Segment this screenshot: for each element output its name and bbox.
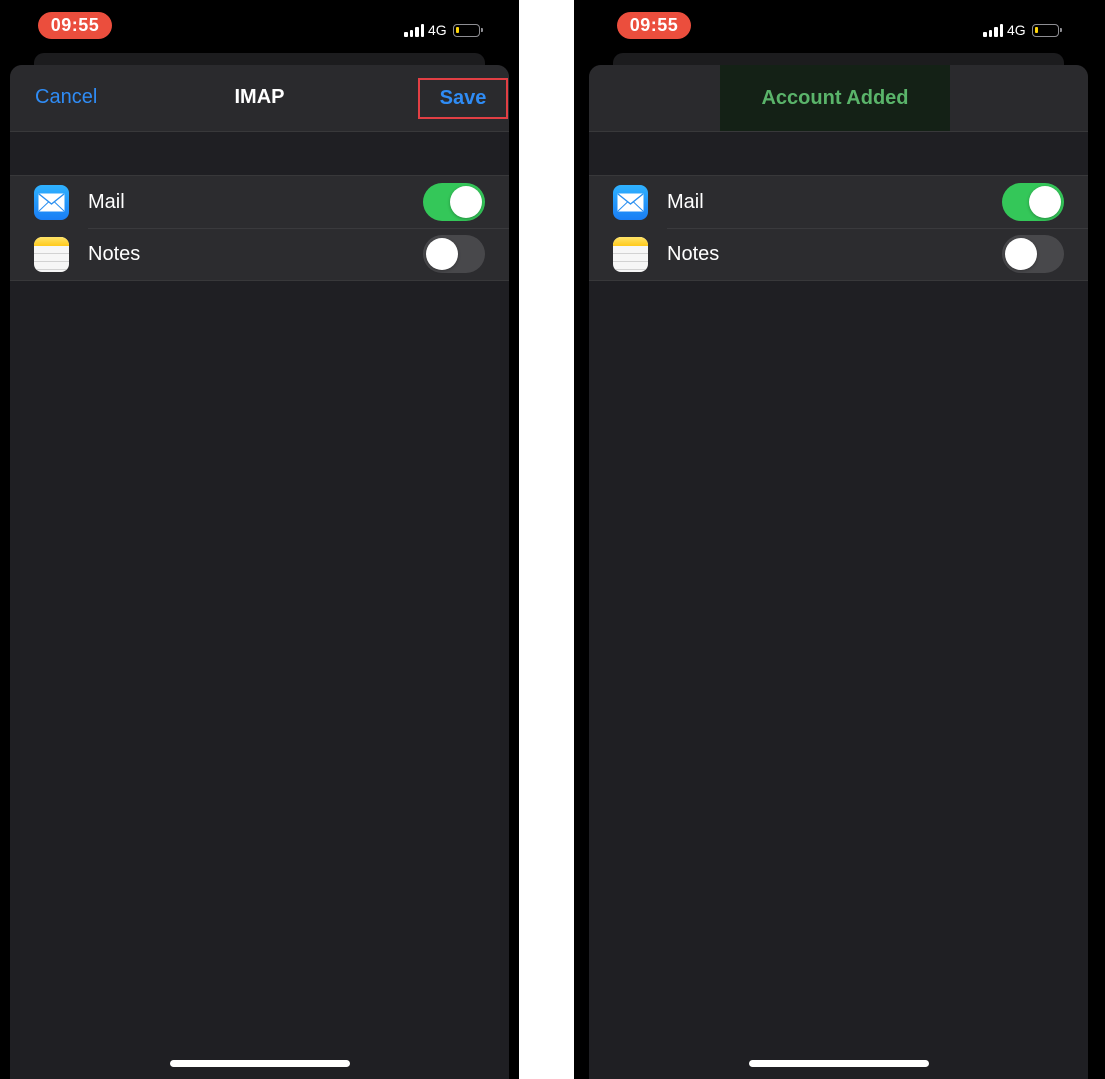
app-toggle-list: Mail Notes xyxy=(589,175,1088,281)
list-item-notes: Notes xyxy=(589,228,1088,280)
row-label: Notes xyxy=(667,242,720,265)
imap-sheet: Account Added Mail Notes xyxy=(589,65,1088,1079)
phone-screen-imap: 09:55 4G Cancel IMAP Save Mail Notes xyxy=(0,0,519,1079)
status-time: 09:55 xyxy=(617,12,691,39)
notes-toggle[interactable] xyxy=(423,235,485,273)
mail-toggle[interactable] xyxy=(1002,183,1064,221)
battery-icon xyxy=(452,23,483,37)
row-label: Notes xyxy=(88,242,141,265)
mail-toggle[interactable] xyxy=(423,183,485,221)
notes-toggle[interactable] xyxy=(1002,235,1064,273)
imap-sheet: Cancel IMAP Save Mail Notes xyxy=(10,65,509,1079)
save-button[interactable]: Save xyxy=(418,78,508,119)
signal-icon xyxy=(983,23,1003,37)
list-item-mail: Mail xyxy=(589,176,1088,228)
list-item-mail: Mail xyxy=(10,176,509,228)
network-type: 4G xyxy=(428,22,447,38)
app-toggle-list: Mail Notes xyxy=(10,175,509,281)
account-added-toast: Account Added xyxy=(720,65,950,131)
navigation-bar: Account Added xyxy=(589,65,1088,132)
phone-screen-account-added: 09:55 4G Account Added Mail Notes xyxy=(574,0,1105,1079)
navigation-bar: Cancel IMAP Save xyxy=(10,65,509,132)
home-indicator[interactable] xyxy=(169,1060,350,1067)
battery-icon xyxy=(1031,23,1062,37)
status-indicators: 4G xyxy=(983,20,1062,40)
home-indicator[interactable] xyxy=(748,1060,929,1067)
row-label: Mail xyxy=(667,190,704,213)
mail-icon xyxy=(613,184,648,220)
network-type: 4G xyxy=(1007,22,1026,38)
status-time: 09:55 xyxy=(38,12,112,39)
notes-icon xyxy=(613,236,648,272)
row-label: Mail xyxy=(88,190,125,213)
signal-icon xyxy=(404,23,424,37)
mail-icon xyxy=(34,184,69,220)
status-indicators: 4G xyxy=(404,20,483,40)
list-item-notes: Notes xyxy=(10,228,509,280)
notes-icon xyxy=(34,236,69,272)
